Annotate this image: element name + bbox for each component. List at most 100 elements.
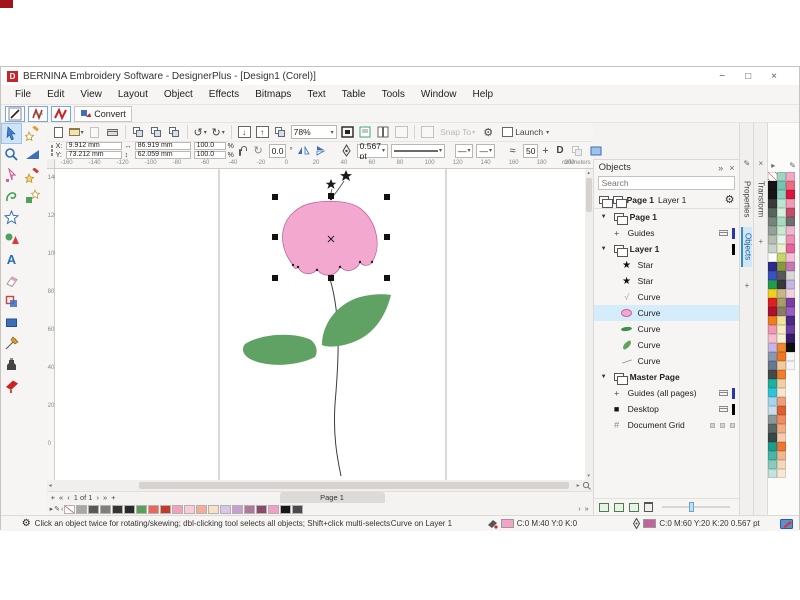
color-swatch[interactable]	[768, 343, 777, 352]
printer-icon[interactable]	[719, 230, 728, 236]
document-color-swatch[interactable]	[76, 505, 87, 514]
snap-to-dropdown[interactable]: Snap To▾	[438, 125, 478, 140]
add-page-before-button[interactable]: +	[51, 493, 55, 502]
color-swatch[interactable]	[777, 181, 786, 190]
eyedropper-icon[interactable]: ✎	[54, 505, 60, 513]
color-swatch[interactable]	[777, 253, 786, 262]
color-swatch[interactable]	[768, 334, 777, 343]
menu-help[interactable]: Help	[465, 86, 502, 103]
document-color-swatch[interactable]	[184, 505, 195, 514]
horizontal-ruler[interactable]: millimeters -160-140-120-100-80-60-40-20…	[55, 159, 593, 169]
no-color-swatch[interactable]	[64, 505, 75, 514]
color-swatch[interactable]	[768, 280, 777, 289]
digitize-open-object-tool[interactable]	[22, 123, 43, 144]
add-docker-button-2[interactable]: +	[758, 237, 763, 246]
color-swatch[interactable]	[768, 190, 777, 199]
pages-icon[interactable]	[599, 196, 609, 204]
color-swatch[interactable]	[786, 172, 795, 181]
color-swatch[interactable]	[768, 316, 777, 325]
zoom-level-combo[interactable]: 78%▾	[291, 125, 337, 139]
color-swatch[interactable]	[768, 352, 777, 361]
text-tool[interactable]: A	[1, 249, 22, 270]
document-color-swatch[interactable]	[220, 505, 231, 514]
palette-scroll-right-icon[interactable]: ›	[578, 506, 580, 513]
document-color-swatch[interactable]	[100, 505, 111, 514]
tree-row-curve[interactable]: √Curve	[594, 289, 740, 305]
color-swatch[interactable]	[786, 244, 795, 253]
color-swatch[interactable]	[786, 280, 795, 289]
tree-row-curve[interactable]: Curve	[594, 305, 740, 321]
tree-row-curve[interactable]: Curve	[594, 353, 740, 369]
expander-icon[interactable]: ▼	[600, 374, 608, 380]
menu-object[interactable]: Object	[156, 86, 201, 103]
color-swatch[interactable]	[768, 271, 777, 280]
menu-window[interactable]: Window	[413, 86, 465, 103]
outline-tool[interactable]	[1, 354, 22, 375]
opacity-slider-thumb[interactable]	[689, 502, 694, 512]
menu-layout[interactable]: Layout	[110, 86, 156, 103]
menu-table[interactable]: Table	[334, 86, 374, 103]
layers-icon[interactable]	[613, 196, 623, 204]
color-swatch[interactable]	[786, 352, 795, 361]
smart-fill-tool[interactable]	[1, 375, 22, 396]
color-swatch[interactable]	[768, 298, 777, 307]
menu-effects[interactable]: Effects	[201, 86, 247, 103]
freehand-tool[interactable]	[1, 186, 22, 207]
tree-row-curve[interactable]: Curve	[594, 337, 740, 353]
tab-properties[interactable]: Properties	[742, 175, 751, 223]
no-color-swatch[interactable]	[768, 172, 777, 181]
add-docker-button[interactable]: +	[745, 281, 750, 290]
expander-icon[interactable]: ▼	[600, 214, 608, 220]
palette-top-flyout-icon[interactable]: ▸	[771, 161, 775, 170]
view-multipage-button[interactable]	[376, 125, 391, 140]
document-color-swatch[interactable]	[196, 505, 207, 514]
color-swatch[interactable]	[777, 460, 786, 469]
color-swatch[interactable]	[777, 451, 786, 460]
vertical-scrollbar[interactable]: ▴ ▾	[585, 169, 593, 480]
color-swatch[interactable]	[786, 199, 795, 208]
document-color-swatch[interactable]	[172, 505, 183, 514]
color-swatch[interactable]	[777, 397, 786, 406]
tree-row-document-grid[interactable]: #Document Grid	[594, 417, 740, 433]
docker-options-gear-icon[interactable]: ⚙	[725, 193, 735, 206]
magic-wand-tool[interactable]	[22, 144, 43, 165]
color-swatch[interactable]	[777, 433, 786, 442]
shapes-tool[interactable]	[1, 228, 22, 249]
color-swatch[interactable]	[768, 199, 777, 208]
outline-width-combo[interactable]: 0.567 pt▾	[357, 144, 388, 158]
palette-scroll-left-icon[interactable]: ‹	[61, 506, 63, 513]
print-button[interactable]	[105, 125, 120, 140]
horizontal-scrollbar[interactable]: ◂ ▸	[47, 480, 593, 491]
x-position-field[interactable]: 9.912 mm	[66, 142, 122, 150]
color-swatch[interactable]	[777, 352, 786, 361]
transform-close-icon[interactable]: ×	[758, 159, 763, 171]
color-swatch[interactable]	[777, 388, 786, 397]
printer-icon[interactable]	[719, 406, 728, 412]
app-launcher-icon[interactable]	[273, 125, 288, 140]
color-swatch[interactable]	[786, 226, 795, 235]
vertical-scroll-thumb[interactable]	[586, 178, 592, 212]
rotation-angle-field[interactable]: 0.0	[269, 144, 287, 158]
page-tab[interactable]: Page 1	[280, 492, 385, 504]
color-swatch[interactable]	[777, 424, 786, 433]
zoom-tool[interactable]	[1, 144, 22, 165]
color-swatch[interactable]	[777, 226, 786, 235]
expander-icon[interactable]: ▼	[600, 246, 608, 252]
color-swatch[interactable]	[768, 379, 777, 388]
color-swatch[interactable]	[777, 442, 786, 451]
color-swatch[interactable]	[777, 406, 786, 415]
artwork-canvas-button[interactable]	[5, 106, 25, 122]
undo-button[interactable]: ↺▾	[193, 125, 208, 140]
color-swatch[interactable]	[786, 253, 795, 262]
color-swatch[interactable]	[777, 370, 786, 379]
menu-bitmaps[interactable]: Bitmaps	[247, 86, 299, 103]
reduce-nodes-button[interactable]	[570, 143, 585, 158]
mirror-horizontal-button[interactable]	[296, 143, 311, 158]
save-button[interactable]	[87, 125, 102, 140]
eraser-tool[interactable]	[1, 270, 22, 291]
document-color-swatch[interactable]	[160, 505, 171, 514]
palette-flyout-icon[interactable]: ▸	[50, 505, 54, 513]
tree-row-page-1[interactable]: ▼Page 1	[594, 209, 740, 225]
document-color-swatch[interactable]	[244, 505, 255, 514]
color-swatch[interactable]	[777, 199, 786, 208]
